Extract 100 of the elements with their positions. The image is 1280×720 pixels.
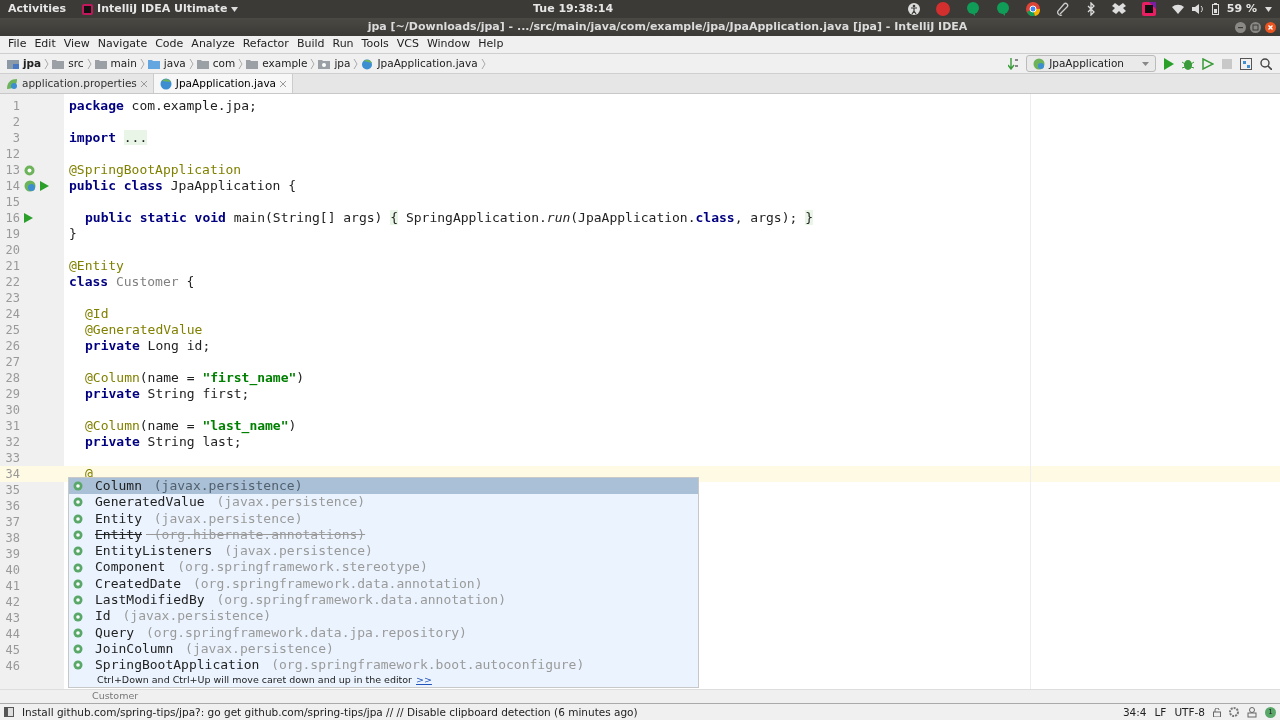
breadcrumb-item[interactable]: com: [193, 55, 239, 72]
line-separator[interactable]: LF: [1154, 705, 1167, 719]
menu-item[interactable]: Edit: [30, 36, 60, 53]
line-number: 34: [4, 466, 20, 482]
annotation-icon: [73, 644, 83, 655]
menu-item[interactable]: Build: [292, 36, 329, 53]
browser-icon[interactable]: [1025, 2, 1040, 16]
chevron-icon: [86, 57, 92, 70]
breadcrumb-item[interactable]: java: [144, 55, 189, 72]
clock[interactable]: Tue 19:38:14: [533, 0, 614, 18]
run-configuration-dropdown[interactable]: JpaApplication: [1026, 55, 1156, 72]
menu-item[interactable]: Analyze: [187, 36, 239, 53]
search-icon[interactable]: [1260, 57, 1272, 70]
completion-item[interactable]: Entity (javax.persistence): [69, 510, 698, 527]
caret-icon[interactable]: [1265, 6, 1272, 12]
paperclip-icon[interactable]: [1055, 2, 1070, 16]
menu-item[interactable]: Navigate: [93, 36, 152, 53]
leaf-icon: [6, 77, 18, 90]
close-icon[interactable]: [140, 80, 147, 87]
line-number: 3: [11, 130, 20, 146]
completion-item[interactable]: Id (javax.persistence): [69, 608, 698, 625]
minimize-button[interactable]: [1235, 21, 1246, 33]
accessibility-icon[interactable]: [907, 3, 920, 15]
close-icon[interactable]: [280, 80, 287, 87]
breadcrumb-item[interactable]: jpa: [4, 55, 45, 72]
menu-item[interactable]: View: [59, 36, 94, 53]
menu-item[interactable]: Run: [328, 36, 358, 53]
lock-icon[interactable]: [1213, 707, 1221, 717]
chat-icon[interactable]: [995, 2, 1010, 16]
annotation-icon: [73, 595, 83, 606]
annotation-icon: [73, 611, 83, 622]
encoding[interactable]: UTF-8: [1174, 705, 1205, 719]
completion-item[interactable]: LastModifiedBy (org.springframework.data.annotation): [69, 592, 698, 609]
breadcrumb-item[interactable]: JpaApplication.java: [358, 55, 481, 72]
gear-icon[interactable]: [1229, 707, 1239, 717]
folder-icon: [94, 57, 107, 70]
coverage-icon[interactable]: [1202, 57, 1214, 70]
inspector-icon[interactable]: [1247, 706, 1257, 718]
code-line: private String first;: [85, 386, 250, 401]
line-number: 35: [4, 482, 20, 498]
completion-item[interactable]: Component (org.springframework.stereotype): [69, 559, 698, 576]
battery-icon[interactable]: [1211, 3, 1219, 15]
completion-item[interactable]: JoinColumn (javax.persistence): [69, 640, 698, 658]
completion-item[interactable]: EntityListeners (javax.persistence): [69, 543, 698, 560]
completion-item[interactable]: CreatedDate (org.springframework.data.annotation): [69, 575, 698, 593]
line-number: 43: [4, 610, 20, 626]
sort-icon[interactable]: [1008, 57, 1019, 70]
completion-item[interactable]: GeneratedValue (javax.persistence): [69, 494, 698, 511]
menu-item[interactable]: Window: [422, 36, 475, 53]
chat-icon[interactable]: [965, 2, 980, 16]
breadcrumb-item[interactable]: example: [243, 55, 311, 72]
editor-tab[interactable]: application.properties: [0, 74, 154, 93]
run-icon[interactable]: [24, 213, 33, 223]
wifi-icon[interactable]: [1171, 4, 1184, 14]
editor-tab[interactable]: JpaApplication.java: [153, 74, 294, 93]
annotation-icon: [73, 481, 83, 492]
record-icon[interactable]: [935, 2, 950, 16]
app-menu[interactable]: IntelliJ IDEA Ultimate: [82, 0, 239, 18]
folder-icon: [52, 57, 65, 70]
line-number: 22: [4, 274, 20, 290]
menu-item[interactable]: Help: [474, 36, 508, 53]
panel-icon[interactable]: [4, 707, 14, 717]
completion-item[interactable]: SpringBootApplication (org.springframework.boot.autoconfigure): [69, 657, 698, 674]
cube-icon[interactable]: [1141, 2, 1156, 16]
caret-position[interactable]: 34:4: [1122, 705, 1147, 719]
class-icon[interactable]: [24, 180, 36, 192]
line-number: 2: [11, 114, 20, 130]
completion-item[interactable]: Column (javax.persistence): [69, 478, 698, 495]
menu-item[interactable]: VCS: [392, 36, 423, 53]
run-icon[interactable]: [40, 181, 49, 191]
line-number: 40: [4, 562, 20, 578]
completion-item[interactable]: Entity (org.hibernate.annotations): [69, 526, 698, 544]
line-number: 16: [4, 210, 20, 226]
more-link[interactable]: >>: [416, 673, 432, 687]
menu-item[interactable]: Code: [151, 36, 188, 53]
breadcrumb-item[interactable]: jpa: [315, 55, 354, 72]
menu-item[interactable]: Tools: [357, 36, 393, 53]
line-number: 24: [4, 306, 20, 322]
activities-button[interactable]: Activities: [8, 0, 67, 18]
completion-item[interactable]: Query (org.springframework.data.jpa.repository): [69, 624, 698, 641]
code-line: @GeneratedValue: [85, 322, 203, 337]
breadcrumb-item[interactable]: main: [91, 55, 140, 72]
menu-item[interactable]: Refactor: [238, 36, 293, 53]
menu-item[interactable]: File: [4, 36, 31, 53]
breadcrumb-item[interactable]: src: [49, 55, 87, 72]
code-line: @Column(name = "first_name"): [85, 370, 305, 385]
bean-icon[interactable]: [24, 164, 35, 176]
battery-percentage: 59 %: [1226, 0, 1257, 17]
code-line: private String last;: [85, 434, 242, 449]
bluetooth-icon[interactable]: [1085, 2, 1096, 16]
line-number: 38: [4, 530, 20, 546]
structure-icon[interactable]: [1240, 57, 1252, 70]
line-number: 23: [4, 290, 20, 306]
folder-icon: [318, 57, 331, 70]
breadcrumb-item[interactable]: Customer: [92, 690, 139, 703]
debug-icon[interactable]: [1182, 57, 1194, 70]
run-icon[interactable]: [1164, 57, 1174, 70]
close-button[interactable]: [1265, 21, 1276, 33]
volume-icon[interactable]: [1191, 4, 1204, 14]
line-number: 46: [4, 658, 20, 674]
